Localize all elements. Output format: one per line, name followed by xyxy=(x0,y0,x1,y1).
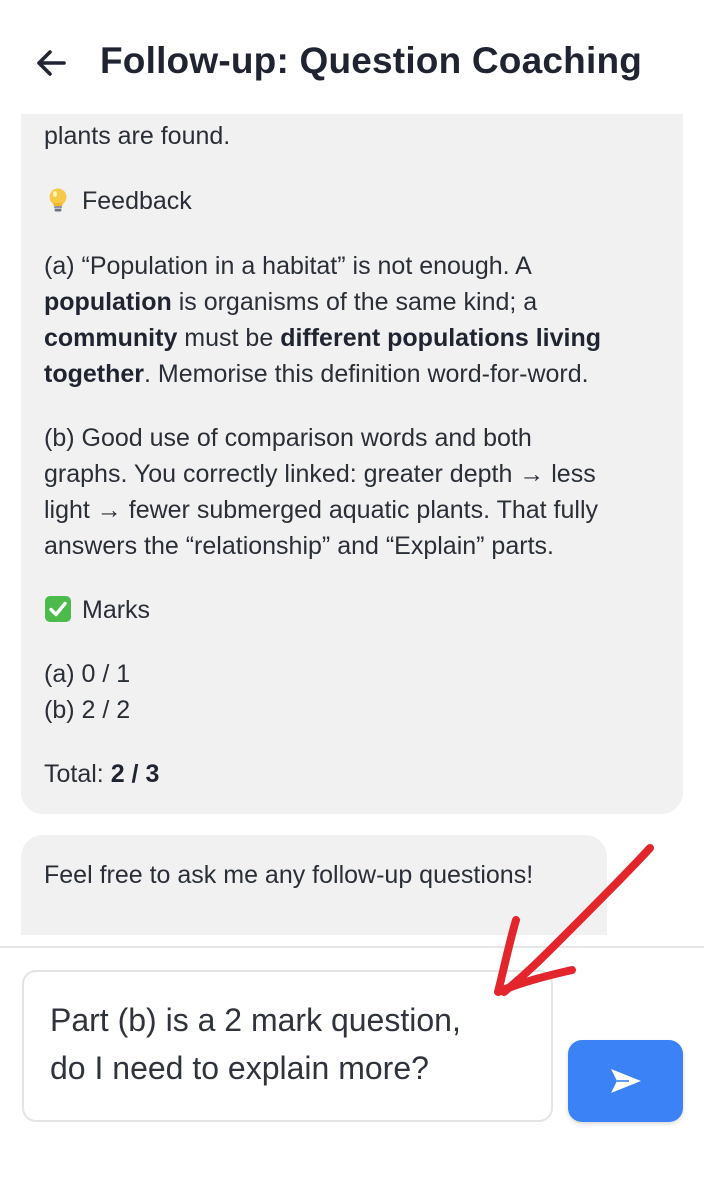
definition-emphasis: different populations living xyxy=(280,324,602,352)
part-a-text: must be xyxy=(177,324,281,352)
send-button[interactable] xyxy=(568,1040,683,1122)
followup-prompt: Feel free to ask me any follow-up questi… xyxy=(44,861,534,889)
part-b-line-4: answers the “relationship” and “Explain”… xyxy=(44,532,554,560)
message-line: plants are found. xyxy=(44,122,231,150)
total-score: Total: 2 / 3 xyxy=(44,756,674,792)
total-value: 2 / 3 xyxy=(110,760,160,788)
input-line-1: Part (b) is a 2 mark question, xyxy=(50,1002,461,1038)
feedback-heading-label: Feedback xyxy=(82,187,192,215)
part-a-line-3: community must be different populations … xyxy=(44,320,674,356)
message-input[interactable]: Part (b) is a 2 mark question, do I need… xyxy=(22,970,553,1122)
feedback-heading: Feedback xyxy=(44,183,674,219)
follow-up-screen: Follow-up: Question Coaching plants are … xyxy=(0,0,704,1183)
header: Follow-up: Question Coaching xyxy=(0,0,704,114)
check-box-icon xyxy=(45,596,71,622)
term-population: population xyxy=(44,288,172,316)
chat-area[interactable]: plants are found. Feedback (a) “Populati… xyxy=(0,114,704,946)
arrow-left-icon xyxy=(37,50,66,76)
term-community: community xyxy=(44,324,178,352)
input-line-2: do I need to explain more? xyxy=(50,1050,429,1086)
total-label: Total: xyxy=(44,760,111,788)
divider xyxy=(0,946,704,948)
definition-emphasis-end: together xyxy=(44,360,144,388)
part-a-line-4: together. Memorise this definition word-… xyxy=(44,356,674,392)
page-title: Follow-up: Question Coaching xyxy=(100,40,643,81)
send-icon xyxy=(610,1069,641,1093)
part-a-line-2: population is organisms of the same kind… xyxy=(44,284,674,320)
lightbulb-icon xyxy=(49,188,67,212)
back-button[interactable] xyxy=(30,42,72,84)
part-b-line-2: graphs. You correctly linked: greater de… xyxy=(44,460,596,488)
part-a-text: . Memorise this definition word-for-word… xyxy=(144,360,589,388)
part-b-line-3: light → fewer submerged aquatic plants. … xyxy=(44,496,598,524)
marks-a: (a) 0 / 1 xyxy=(44,660,131,688)
marks-heading-label: Marks xyxy=(82,596,151,624)
part-a-line-1: (a) “Population in a habitat” is not eno… xyxy=(44,252,532,280)
part-a-text: is organisms of the same kind; a xyxy=(171,288,538,316)
marks-b: (b) 2 / 2 xyxy=(44,696,131,724)
marks-heading: Marks xyxy=(44,592,674,628)
part-b-line-1: (b) Good use of comparison words and bot… xyxy=(44,424,532,452)
